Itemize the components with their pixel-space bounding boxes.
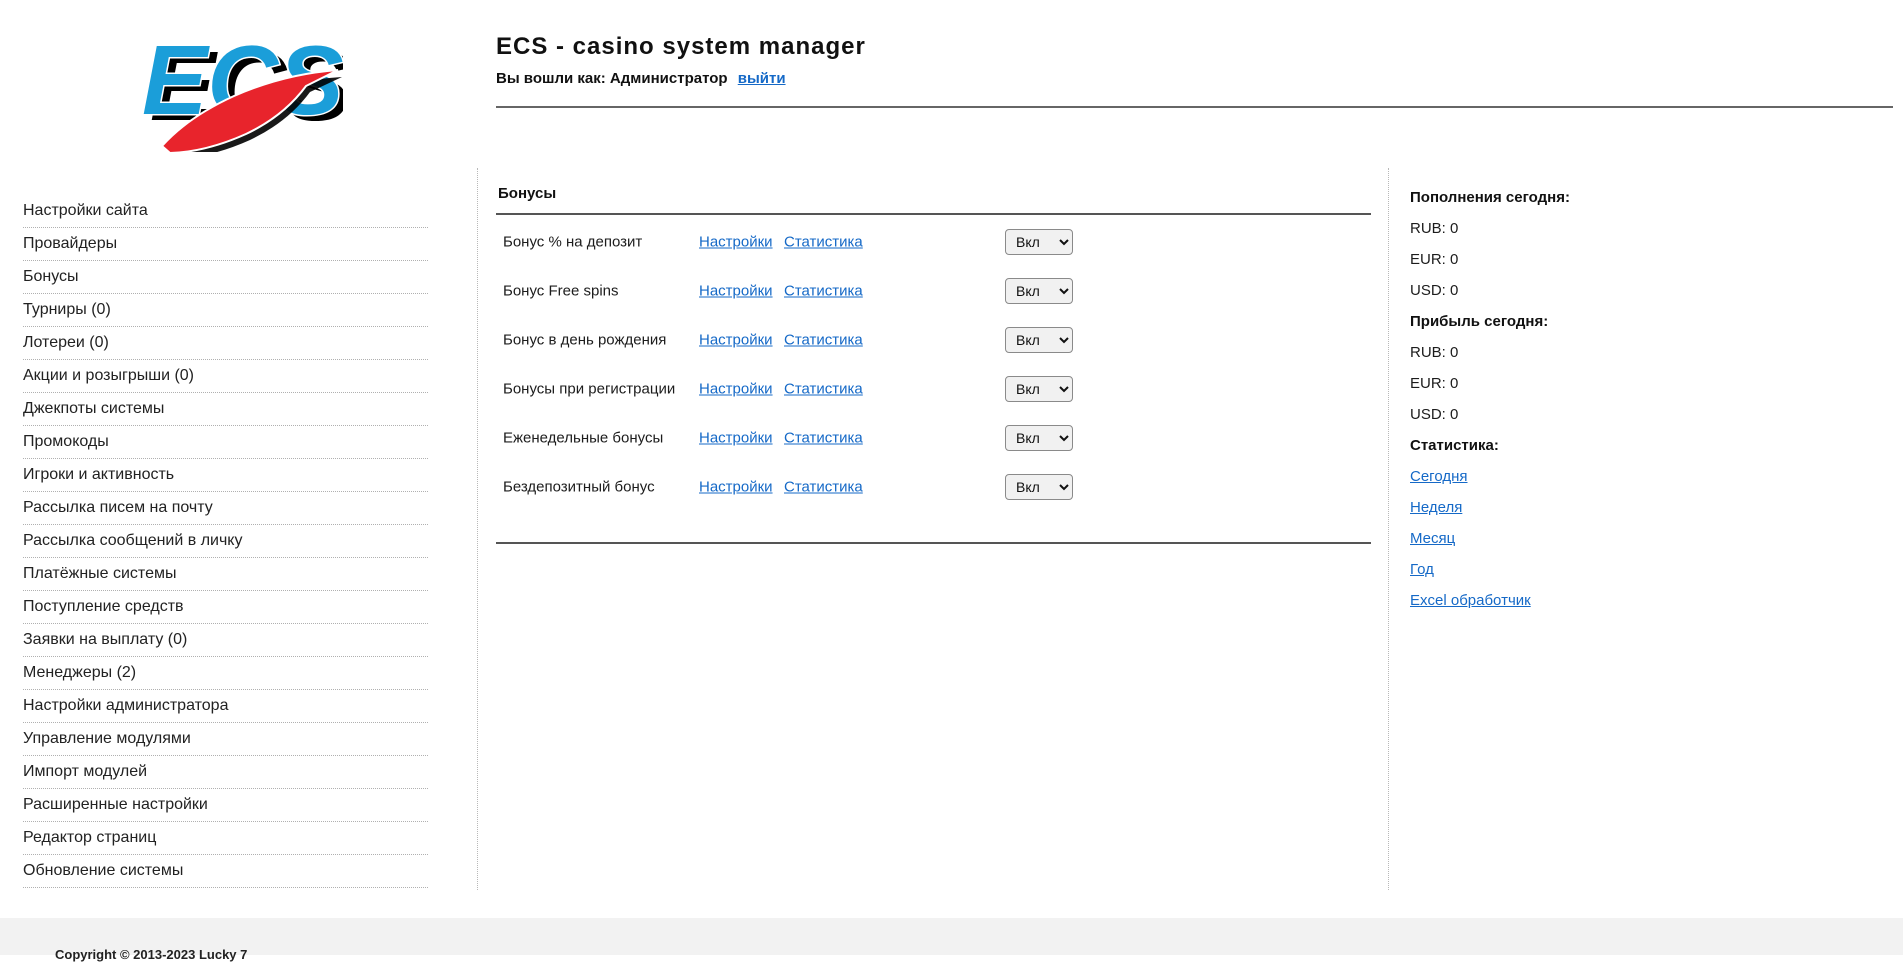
stats-link-row: Год: [1410, 554, 1690, 585]
statistics-heading: Статистика:: [1410, 430, 1690, 461]
sidebar-nav: Настройки сайтаПровайдерыБонусыТурниры (…: [23, 195, 428, 888]
profit-value: EUR: 0: [1410, 368, 1690, 399]
deposits-today-heading: Пополнения сегодня:: [1410, 182, 1690, 213]
profit-today-heading: Прибыль сегодня:: [1410, 306, 1690, 337]
bonus-row: Бонус в день рождения Настройки Статистика…: [496, 315, 1371, 364]
bonus-label: Бонусы при регистрации: [503, 380, 675, 397]
stats-link-row: Сегодня: [1410, 461, 1690, 492]
page-title: ECS - casino system manager: [496, 33, 866, 61]
sidebar-item[interactable]: Управление модулями: [23, 723, 428, 756]
settings-link[interactable]: Настройки: [699, 478, 773, 495]
bonus-toggle-select[interactable]: Вкл: [1005, 474, 1073, 500]
bonus-toggle-select[interactable]: Вкл: [1005, 376, 1073, 402]
sidebar-item[interactable]: Настройки администратора: [23, 690, 428, 723]
right-content-divider: [1388, 168, 1389, 890]
left-content-divider: [477, 168, 478, 890]
stats-period-link[interactable]: Месяц: [1410, 530, 1455, 547]
statistics-link[interactable]: Статистика: [784, 380, 863, 397]
sidebar-item[interactable]: Заявки на выплату (0): [23, 624, 428, 657]
stats-period-link[interactable]: Excel обработчик: [1410, 592, 1531, 609]
sidebar-item[interactable]: Бонусы: [23, 261, 428, 294]
sidebar-item[interactable]: Джекпоты системы: [23, 393, 428, 426]
sidebar-item[interactable]: Рассылка сообщений в личку: [23, 525, 428, 558]
profit-value: RUB: 0: [1410, 337, 1690, 368]
profit-value: USD: 0: [1410, 399, 1690, 430]
bonus-row: Бонус Free spins Настройки Статистика Вкл: [496, 266, 1371, 315]
bonus-row: Бездепозитный бонус Настройки Статистика Вк…: [496, 462, 1371, 511]
statistics-link[interactable]: Статистика: [784, 429, 863, 446]
stats-link-row: Неделя: [1410, 492, 1690, 523]
section-bottom-rule: [496, 542, 1371, 544]
sidebar-item[interactable]: Акции и розыгрыши (0): [23, 360, 428, 393]
settings-link[interactable]: Настройки: [699, 429, 773, 446]
sidebar-item[interactable]: Импорт модулей: [23, 756, 428, 789]
settings-link[interactable]: Настройки: [699, 233, 773, 250]
login-status-text: Вы вошли как: Администратор: [496, 70, 728, 87]
stats-period-link[interactable]: Неделя: [1410, 499, 1462, 516]
sidebar-item[interactable]: Обновление системы: [23, 855, 428, 888]
bonus-label: Бонус Free spins: [503, 282, 619, 299]
deposit-value: RUB: 0: [1410, 213, 1690, 244]
sidebar-item[interactable]: Турниры (0): [23, 294, 428, 327]
bonus-row: Бонус % на депозит Настройки Статистика Вкл: [496, 217, 1371, 266]
stats-link-row: Excel обработчик: [1410, 585, 1690, 616]
sidebar-item[interactable]: Редактор страниц: [23, 822, 428, 855]
login-status: Вы вошли как: Администратор выйти: [496, 70, 866, 87]
bonus-label: Бонус в день рождения: [503, 331, 666, 348]
stats-link-row: Месяц: [1410, 523, 1690, 554]
sidebar-item[interactable]: Расширенные настройки: [23, 789, 428, 822]
ecs-logo: ECS ECS: [138, 20, 343, 152]
statistics-link[interactable]: Статистика: [784, 331, 863, 348]
deposit-value: EUR: 0: [1410, 244, 1690, 275]
settings-link[interactable]: Настройки: [699, 331, 773, 348]
sidebar-item[interactable]: Платёжные системы: [23, 558, 428, 591]
header-divider: [496, 106, 1893, 108]
bonus-toggle-select[interactable]: Вкл: [1005, 278, 1073, 304]
stats-period-link[interactable]: Сегодня: [1410, 468, 1468, 485]
bonus-toggle-select[interactable]: Вкл: [1005, 229, 1073, 255]
section-heading: Бонусы: [496, 185, 1371, 202]
statistics-link[interactable]: Статистика: [784, 233, 863, 250]
sidebar-item[interactable]: Провайдеры: [23, 228, 428, 261]
bonus-row: Еженедельные бонусы Настройки Статистика Вк…: [496, 413, 1371, 462]
bonus-toggle-select[interactable]: Вкл: [1005, 425, 1073, 451]
sidebar-item[interactable]: Лотереи (0): [23, 327, 428, 360]
deposit-value: USD: 0: [1410, 275, 1690, 306]
sidebar-item[interactable]: Игроки и активность: [23, 459, 428, 492]
section-top-rule: [496, 213, 1371, 215]
settings-link[interactable]: Настройки: [699, 380, 773, 397]
logout-link[interactable]: выйти: [738, 70, 786, 87]
bonus-label: Еженедельные бонусы: [503, 429, 663, 446]
bonuses-section: Бонусы Бонус % на депозит Настройки Статис…: [496, 185, 1371, 544]
statistics-link[interactable]: Статистика: [784, 478, 863, 495]
stats-period-link[interactable]: Год: [1410, 561, 1434, 578]
stats-panel: Пополнения сегодня: RUB: 0EUR: 0USD: 0 П…: [1410, 182, 1690, 616]
bonus-row: Бонусы при регистрации Настройки Статистик…: [496, 364, 1371, 413]
bonus-label: Бонус % на депозит: [503, 233, 642, 250]
sidebar-item[interactable]: Поступление средств: [23, 591, 428, 624]
bonus-label: Бездепозитный бонус: [503, 478, 655, 495]
sidebar-item[interactable]: Рассылка писем на почту: [23, 492, 428, 525]
settings-link[interactable]: Настройки: [699, 282, 773, 299]
sidebar-item[interactable]: Менеджеры (2): [23, 657, 428, 690]
sidebar-item[interactable]: Промокоды: [23, 426, 428, 459]
bonus-toggle-select[interactable]: Вкл: [1005, 327, 1073, 353]
footer: Copyright © 2013-2023 Lucky 7: [0, 918, 1903, 955]
sidebar-item[interactable]: Настройки сайта: [23, 195, 428, 228]
statistics-link[interactable]: Статистика: [784, 282, 863, 299]
